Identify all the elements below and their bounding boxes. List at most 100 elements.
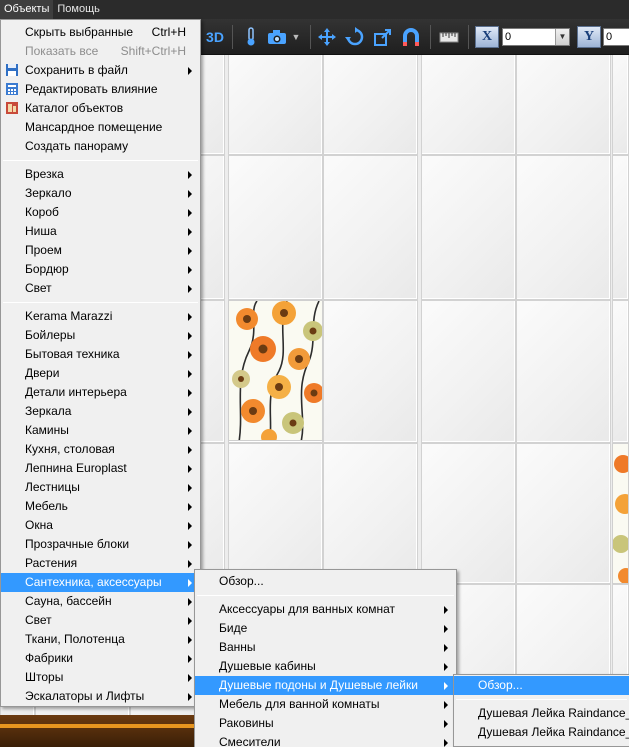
menu-item-label: Проем: [25, 243, 62, 257]
menu-help[interactable]: Помощь: [53, 0, 104, 19]
overview-menu-item[interactable]: Обзор...: [195, 572, 456, 591]
scale-icon[interactable]: [372, 25, 394, 49]
menu-item-label: Показать все: [25, 44, 99, 58]
chevron-right-icon: [188, 446, 192, 454]
menu-item-category[interactable]: Окна: [1, 516, 200, 535]
shower-product-item[interactable]: Душевая Лейка Raindance_3: [454, 723, 629, 742]
menu-item-label: Сантехника, аксессуары: [25, 575, 162, 589]
plumbing-menu-item[interactable]: Душевые подоны и Душевые лейки: [195, 676, 456, 695]
menu-item-category[interactable]: Сантехника, аксессуары: [1, 573, 200, 592]
chevron-right-icon: [188, 408, 192, 416]
ruler-icon[interactable]: [438, 25, 460, 49]
menu-item-6[interactable]: Мансардное помещение: [1, 118, 200, 137]
menu-item-category[interactable]: Лепнина Europlast: [1, 459, 200, 478]
plumbing-menu-item[interactable]: Мебель для ванной комнаты: [195, 695, 456, 714]
shower-product-item[interactable]: Душевая Лейка Raindance_2: [454, 704, 629, 723]
menu-item-label: Мансардное помещение: [25, 120, 163, 134]
rotate-icon[interactable]: [344, 25, 366, 49]
plumbing-menu-item[interactable]: Душевые кабины: [195, 657, 456, 676]
wall-tile: [323, 443, 418, 584]
menu-item-group2[interactable]: Проем: [1, 241, 200, 260]
menu-item-category[interactable]: Камины: [1, 421, 200, 440]
chevron-right-icon: [444, 739, 448, 747]
menu-item-group2[interactable]: Бордюр: [1, 260, 200, 279]
chevron-right-icon: [188, 484, 192, 492]
plumbing-menu-item[interactable]: Биде: [195, 619, 456, 638]
menu-item-category[interactable]: Детали интерьера: [1, 383, 200, 402]
menu-item-category[interactable]: Бытовая техника: [1, 345, 200, 364]
menu-item-label: Растения: [25, 556, 78, 570]
plumbing-menu-item[interactable]: Смесители: [195, 733, 456, 747]
camera-dropdown-icon[interactable]: ▼: [290, 25, 302, 49]
plumbing-menu-item[interactable]: Ванны: [195, 638, 456, 657]
menu-item-group2[interactable]: Короб: [1, 203, 200, 222]
wall-tile: [612, 155, 629, 300]
plumbing-menu-item[interactable]: Раковины: [195, 714, 456, 733]
chevron-right-icon: [444, 682, 448, 690]
chevron-down-icon[interactable]: ▼: [555, 29, 569, 45]
menu-item-5[interactable]: Каталог объектов: [1, 99, 200, 118]
camera-icon[interactable]: [266, 25, 288, 49]
menu-item-label: Обзор...: [478, 678, 523, 692]
menu-item-label: Мебель: [25, 499, 68, 513]
menu-item-label: Окна: [25, 518, 53, 532]
shower-product-item[interactable]: Душевая Лейка Raindance_3: [454, 742, 629, 746]
menu-item-category[interactable]: Двери: [1, 364, 200, 383]
menu-item-label: Каталог объектов: [25, 101, 124, 115]
menu-item-label: Смесители: [219, 735, 281, 747]
menu-item-label: Обзор...: [219, 574, 264, 588]
y-coordinate-input[interactable]: 0: [603, 28, 629, 46]
x-axis-label: X: [475, 26, 499, 48]
menu-item-category[interactable]: Свет: [1, 611, 200, 630]
floral-decor-tile: [612, 443, 629, 584]
chevron-right-icon: [188, 285, 192, 293]
menu-item-7[interactable]: Создать панораму: [1, 137, 200, 156]
menu-item-label: Душевые кабины: [219, 659, 316, 673]
menu-item-label: Лестницы: [25, 480, 80, 494]
menu-item-label: Камины: [25, 423, 69, 437]
menu-item-label: Биде: [219, 621, 248, 635]
overview-menu-item[interactable]: Обзор...: [454, 676, 629, 695]
menu-item-4[interactable]: Редактировать влияние: [1, 80, 200, 99]
menu-item-category[interactable]: Kerama Marazzi: [1, 307, 200, 326]
menu-item-label: Скрыть выбранные: [25, 25, 134, 39]
chevron-right-icon: [188, 598, 192, 606]
chevron-right-icon: [444, 644, 448, 652]
menu-item-category[interactable]: Фабрики: [1, 649, 200, 668]
menu-item-category[interactable]: Мебель: [1, 497, 200, 516]
menu-item-category[interactable]: Ткани, Полотенца: [1, 630, 200, 649]
menu-item-category[interactable]: Кухня, столовая: [1, 440, 200, 459]
menu-item-category[interactable]: Бойлеры: [1, 326, 200, 345]
menu-item-group2[interactable]: Ниша: [1, 222, 200, 241]
toolbar-separator: [232, 25, 233, 49]
menu-item-label: Лепнина Europlast: [25, 461, 127, 475]
menu-item-category[interactable]: Эскалаторы и Лифты: [1, 687, 200, 706]
menu-objects[interactable]: Объекты: [0, 0, 54, 19]
menu-item-category[interactable]: Сауна, бассейн: [1, 592, 200, 611]
menu-item-group2[interactable]: Зеркало: [1, 184, 200, 203]
menu-item-category[interactable]: Лестницы: [1, 478, 200, 497]
menu-item-category[interactable]: Прозрачные блоки: [1, 535, 200, 554]
chevron-right-icon: [444, 701, 448, 709]
view-3d-button[interactable]: 3D: [204, 25, 226, 49]
chevron-right-icon: [188, 655, 192, 663]
menu-item-3[interactable]: Сохранить в файл: [1, 61, 200, 80]
menu-item-category[interactable]: Растения: [1, 554, 200, 573]
thermometer-icon[interactable]: [240, 25, 262, 49]
wall-tile: [228, 155, 323, 300]
wall-tile: [516, 55, 611, 155]
menu-item-label: Врезка: [25, 167, 64, 181]
menu-item-label: Сохранить в файл: [25, 63, 128, 77]
x-coordinate-combo[interactable]: 0 ▼: [502, 28, 570, 46]
menu-item-group2[interactable]: Врезка: [1, 165, 200, 184]
menu-item-category[interactable]: Зеркала: [1, 402, 200, 421]
plumbing-menu-item[interactable]: Аксессуары для ванных комнат: [195, 600, 456, 619]
menu-item-group2[interactable]: Свет: [1, 279, 200, 298]
move-icon[interactable]: [316, 25, 338, 49]
chevron-right-icon: [188, 332, 192, 340]
chevron-right-icon: [188, 190, 192, 198]
magnet-icon[interactable]: [400, 25, 422, 49]
menu-item-1[interactable]: Скрыть выбранные Ctrl+H: [1, 23, 200, 42]
menu-item-category[interactable]: Шторы: [1, 668, 200, 687]
wall-tile: [323, 300, 418, 443]
